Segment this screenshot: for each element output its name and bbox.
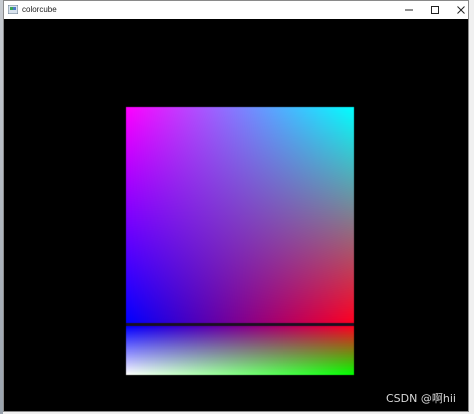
app-window: colorcube <box>3 0 469 412</box>
watermark: CSDN @啊hii <box>386 392 456 405</box>
color-cube-render <box>4 19 468 411</box>
window-title: colorcube <box>22 5 57 14</box>
minimize-button[interactable] <box>396 1 422 19</box>
maximize-button[interactable] <box>422 1 448 19</box>
maximize-icon <box>431 6 439 14</box>
render-area[interactable] <box>4 19 468 411</box>
title-bar[interactable]: colorcube <box>4 1 468 20</box>
close-button[interactable] <box>448 1 474 19</box>
close-icon <box>457 6 465 14</box>
app-icon <box>8 5 18 14</box>
minimize-icon <box>405 9 413 11</box>
